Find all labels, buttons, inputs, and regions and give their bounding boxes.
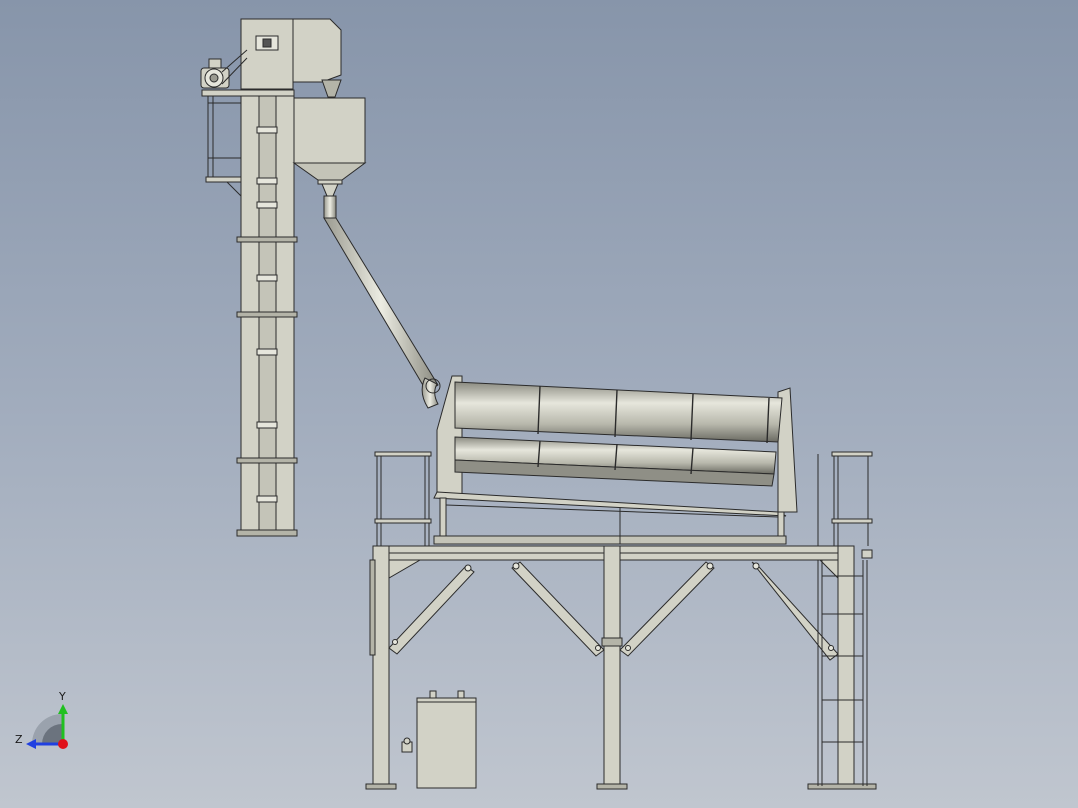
left-guard-rail xyxy=(374,451,432,546)
right-guard-rail xyxy=(817,451,873,559)
trommel-drum[interactable] xyxy=(433,375,798,545)
drum-chassis[interactable] xyxy=(433,491,787,517)
electrical-cabinet[interactable] xyxy=(401,690,477,789)
elevator-head-hood[interactable] xyxy=(292,18,342,83)
elevator-head-housing[interactable] xyxy=(240,18,294,90)
z-axis-label: Z xyxy=(15,733,23,746)
head-platform-railing xyxy=(205,96,242,197)
elevator-head-plate xyxy=(201,89,295,97)
elevator-head-outlet[interactable] xyxy=(321,79,342,98)
axis-triad[interactable]: Y Z xyxy=(15,690,68,749)
cad-model-scene[interactable]: Y Z xyxy=(0,0,1078,808)
bucket-elevator[interactable] xyxy=(200,18,342,537)
discharge-hopper[interactable] xyxy=(292,97,367,197)
hopper-icon xyxy=(292,162,367,181)
rotary-drum-icon xyxy=(454,381,783,443)
drive-motor[interactable] xyxy=(200,49,248,89)
y-axis-label: Y xyxy=(58,690,66,703)
pipe-icon xyxy=(323,217,439,393)
cabinet-icon xyxy=(416,697,477,789)
feed-chute[interactable] xyxy=(323,195,441,409)
platform-column-middle[interactable] xyxy=(603,545,621,789)
x-axis-origin-icon xyxy=(58,739,68,749)
platform-column-right[interactable] xyxy=(837,545,855,789)
cad-viewport[interactable]: Y Z xyxy=(0,0,1078,808)
